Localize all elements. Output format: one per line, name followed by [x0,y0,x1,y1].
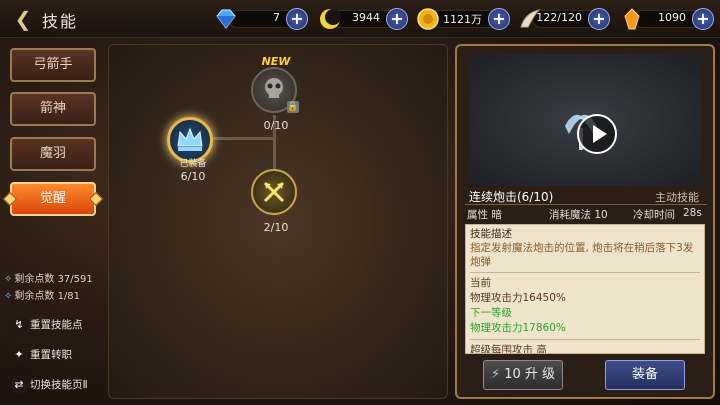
play-icon[interactable] [577,114,617,154]
current-level-heading: 当前 [470,277,491,289]
upgrade-cost: 10 [504,367,521,382]
add-wing-button[interactable]: + [588,8,610,30]
next-level-value: 物理攻击力17860% [470,322,566,334]
equip-button[interactable]: 装备 [605,360,685,390]
skill-node-top[interactable]: 🔒 NEW 0/10 [251,55,299,132]
resource-crystal: 1090 + [620,7,716,31]
tab-sniper[interactable]: 箭神 [10,92,96,126]
skill-node-equipped[interactable]: 已装备 6/10 [167,117,213,183]
divider [465,204,707,205]
skill-type: 主动技能 [655,191,699,204]
resource-diamond: 7 + [214,7,310,31]
resource-wing: 122/120 + [518,7,612,31]
tab-right-ornament-icon [88,191,104,207]
diamond-icon [216,9,236,29]
top-bar: ❮ 技能 7 + 3944 + 1121万 + 122/120 + 1090 + [0,0,720,38]
skill-description-box: 技能描述 指定发射魔法炮击的位置, 炮击将在稍后落下3发炮弹 当前 物理攻击力1… [465,224,705,354]
resource-moon-coin: 3944 + [318,7,410,31]
upgrade-label: 升 级 [524,367,556,382]
switch-skill-page-button[interactable]: ⇄ 切换技能页Ⅱ [6,372,96,398]
add-diamond-button[interactable]: + [286,8,308,30]
skill-cooldown-value: 28s [683,207,702,219]
add-gold-button[interactable]: + [488,8,510,30]
tab-awakening[interactable]: 觉醒 [2,182,104,216]
tab-magic-feather[interactable]: 魔羽 [10,137,96,171]
current-level-value: 物理攻击力16450% [470,292,566,304]
switch-page-icon: ⇄ [10,376,28,394]
back-arrow-icon: ❮ [14,7,32,31]
add-crystal-button[interactable]: + [692,8,714,30]
moon-coin-icon [320,9,341,29]
tab-awakening-label: 觉醒 [39,191,66,206]
divider [470,272,700,273]
resource-gold: 1121万 + [416,7,512,31]
skill-cooldown-label: 冷却时间 [633,209,675,221]
skill-detail-panel: 连续炮击(6/10) 主动技能 属性 暗 消耗魔法 10 冷却时间 28s 技能… [455,44,715,399]
remaining-points-awakening: ✧ 剩余点数 1/81 [4,291,81,302]
awakening-point-icon: ✧ [4,291,13,302]
skill-tree-panel: 🔒 NEW 0/10 已装备 6/10 2/10 [108,44,448,399]
tab-left-ornament-icon [2,191,18,207]
lock-icon: 🔒 [287,101,299,113]
crystal-icon [624,8,640,30]
equipped-badge: 已装备 [179,159,207,169]
gold-coin-icon [417,8,439,30]
new-badge: NEW [261,55,291,68]
reset-class-button[interactable]: ✦ 重置转职 [6,342,96,368]
description-heading: 技能描述 [470,228,512,240]
remaining-points-main: ✧ 剩余点数 37/591 [4,274,93,285]
divider [470,339,700,340]
description-text: 指定发射魔法炮击的位置, 炮击将在稍后落下3发炮弹 [470,242,694,268]
crown-skill-icon [177,127,203,151]
add-moon-coin-button[interactable]: + [386,8,408,30]
next-level-heading: 下一等级 [470,307,512,319]
arrows-skill-icon [263,181,285,203]
skill-name: 连续炮击(6/10) [469,190,554,204]
upgrade-button[interactable]: ⚡ 10 升 级 [483,360,563,390]
truncated-text: 超级每围攻击 高 [470,344,547,354]
page-title: 技能 [42,12,79,31]
skill-point-cost-icon: ⚡ [490,367,501,382]
tab-archer[interactable]: 弓箭手 [10,48,96,82]
skill-attribute: 属性 暗 [467,209,502,221]
skill-level-label: 6/10 [180,170,206,183]
skill-level-label: 0/10 [263,119,289,132]
back-button[interactable]: ❮ [8,6,38,32]
skill-level-label: 2/10 [263,221,289,234]
reset-points-icon: ↯ [10,316,28,334]
skill-node-middle[interactable]: 2/10 [251,169,297,234]
skill-preview-video[interactable] [469,54,701,186]
skill-point-icon: ✧ [4,274,13,285]
reset-skill-points-button[interactable]: ↯ 重置技能点 [6,312,96,338]
reset-class-icon: ✦ [10,346,28,364]
skill-mana-cost: 消耗魔法 10 [549,209,608,221]
